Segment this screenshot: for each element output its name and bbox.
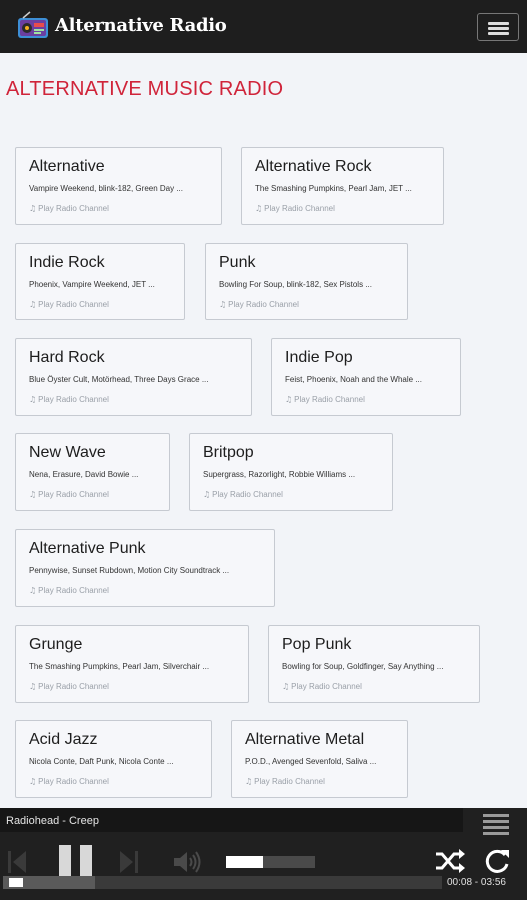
station-card-punk[interactable]: Punk Bowling For Soup, blink-182, Sex Pi… bbox=[205, 243, 408, 320]
play-channel-link[interactable]: ♫ Play Radio Channel bbox=[255, 204, 335, 213]
play-channel-link[interactable]: ♫ Play Radio Channel bbox=[219, 300, 299, 309]
station-card-alternative-rock[interactable]: Alternative Rock The Smashing Pumpkins, … bbox=[241, 147, 444, 225]
play-channel-link[interactable]: ♫ Play Radio Channel bbox=[29, 586, 109, 595]
music-note-icon: ♫ bbox=[285, 395, 293, 404]
music-note-icon: ♫ bbox=[29, 777, 37, 786]
station-artists: The Smashing Pumpkins, Pearl Jam, JET ..… bbox=[255, 184, 412, 193]
station-name: Alternative Punk bbox=[29, 540, 146, 557]
station-card-indie-rock[interactable]: Indie Rock Phoenix, Vampire Weekend, JET… bbox=[15, 243, 185, 320]
station-artists: Supergrass, Razorlight, Robbie Williams … bbox=[203, 470, 356, 479]
music-note-icon: ♫ bbox=[29, 586, 37, 595]
now-playing-bar: Radiohead - Creep bbox=[0, 808, 463, 832]
station-artists: P.O.D., Avenged Sevenfold, Saliva ... bbox=[245, 757, 377, 766]
station-card-indie-pop[interactable]: Indie Pop Feist, Phoenix, Noah and the W… bbox=[271, 338, 461, 416]
music-note-icon: ♫ bbox=[29, 682, 37, 691]
play-channel-link[interactable]: ♫ Play Radio Channel bbox=[282, 682, 362, 691]
station-name: Punk bbox=[219, 254, 256, 271]
station-card-alternative-metal[interactable]: Alternative Metal P.O.D., Avenged Sevenf… bbox=[231, 720, 408, 798]
station-artists: Vampire Weekend, blink-182, Green Day ..… bbox=[29, 184, 183, 193]
play-channel-link[interactable]: ♫ Play Radio Channel bbox=[203, 490, 283, 499]
volume-icon[interactable] bbox=[172, 850, 202, 874]
station-name: New Wave bbox=[29, 444, 106, 461]
playlist-icon[interactable] bbox=[483, 814, 509, 835]
play-channel-link[interactable]: ♫ Play Radio Channel bbox=[29, 395, 109, 404]
repeat-icon[interactable] bbox=[484, 848, 511, 875]
music-note-icon: ♫ bbox=[255, 204, 263, 213]
play-channel-link[interactable]: ♫ Play Radio Channel bbox=[29, 682, 109, 691]
progress-bar[interactable] bbox=[3, 876, 442, 889]
station-artists: Phoenix, Vampire Weekend, JET ... bbox=[29, 280, 155, 289]
progress-handle[interactable] bbox=[9, 878, 24, 887]
music-note-icon: ♫ bbox=[29, 204, 37, 213]
station-card-acid-jazz[interactable]: Acid Jazz Nicola Conte, Daft Punk, Nicol… bbox=[15, 720, 212, 798]
music-note-icon: ♫ bbox=[282, 682, 290, 691]
radio-logo-icon[interactable] bbox=[17, 11, 49, 43]
station-card-alternative-punk[interactable]: Alternative Punk Pennywise, Sunset Rubdo… bbox=[15, 529, 275, 607]
music-note-icon: ♫ bbox=[219, 300, 227, 309]
station-name: Pop Punk bbox=[282, 636, 352, 653]
play-channel-link[interactable]: ♫ Play Radio Channel bbox=[29, 490, 109, 499]
station-card-pop-punk[interactable]: Pop Punk Bowling for Soup, Goldfinger, S… bbox=[268, 625, 480, 703]
station-artists: Nicola Conte, Daft Punk, Nicola Conte ..… bbox=[29, 757, 174, 766]
station-card-grunge[interactable]: Grunge The Smashing Pumpkins, Pearl Jam,… bbox=[15, 625, 249, 703]
station-card-new-wave[interactable]: New Wave Nena, Erasure, David Bowie ... … bbox=[15, 433, 170, 511]
station-name: Alternative Rock bbox=[255, 158, 372, 175]
play-channel-link[interactable]: ♫ Play Radio Channel bbox=[29, 300, 109, 309]
play-channel-link[interactable]: ♫ Play Radio Channel bbox=[245, 777, 325, 786]
play-channel-link[interactable]: ♫ Play Radio Channel bbox=[29, 777, 109, 786]
play-channel-link[interactable]: ♫ Play Radio Channel bbox=[285, 395, 365, 404]
station-name: Grunge bbox=[29, 636, 83, 653]
volume-slider[interactable] bbox=[226, 856, 315, 868]
music-note-icon: ♫ bbox=[29, 300, 37, 309]
station-artists: Bowling for Soup, Goldfinger, Say Anythi… bbox=[282, 662, 444, 671]
music-note-icon: ♫ bbox=[29, 395, 37, 404]
play-channel-link[interactable]: ♫ Play Radio Channel bbox=[29, 204, 109, 213]
station-name: Indie Rock bbox=[29, 254, 105, 271]
app-header: Alternative Radio bbox=[0, 0, 527, 53]
hamburger-menu-icon[interactable] bbox=[477, 13, 519, 41]
station-artists: Nena, Erasure, David Bowie ... bbox=[29, 470, 139, 479]
station-artists: The Smashing Pumpkins, Pearl Jam, Silver… bbox=[29, 662, 210, 671]
now-playing-title: Radiohead - Creep bbox=[6, 815, 99, 827]
music-note-icon: ♫ bbox=[203, 490, 211, 499]
playback-time: 00:08 - 03:56 bbox=[447, 877, 506, 888]
station-artists: Bowling For Soup, blink-182, Sex Pistols… bbox=[219, 280, 372, 289]
station-name: Alternative Metal bbox=[245, 731, 365, 748]
page-heading: ALTERNATIVE MUSIC RADIO bbox=[6, 78, 284, 100]
station-card-hard-rock[interactable]: Hard Rock Blue Öyster Cult, Motörhead, T… bbox=[15, 338, 252, 416]
music-note-icon: ♫ bbox=[29, 490, 37, 499]
station-artists: Blue Öyster Cult, Motörhead, Three Days … bbox=[29, 375, 209, 384]
station-name: Acid Jazz bbox=[29, 731, 98, 748]
station-name: Britpop bbox=[203, 444, 254, 461]
station-card-alternative[interactable]: Alternative Vampire Weekend, blink-182, … bbox=[15, 147, 222, 225]
station-name: Alternative bbox=[29, 158, 105, 175]
skip-next-icon[interactable] bbox=[118, 850, 140, 874]
station-artists: Feist, Phoenix, Noah and the Whale ... bbox=[285, 375, 422, 384]
shuffle-icon[interactable] bbox=[434, 848, 466, 874]
app-title: Alternative Radio bbox=[55, 15, 227, 36]
skip-previous-icon[interactable] bbox=[6, 850, 28, 874]
station-name: Indie Pop bbox=[285, 349, 353, 366]
station-artists: Pennywise, Sunset Rubdown, Motion City S… bbox=[29, 566, 230, 575]
station-card-britpop[interactable]: Britpop Supergrass, Razorlight, Robbie W… bbox=[189, 433, 393, 511]
volume-level bbox=[226, 856, 264, 868]
station-name: Hard Rock bbox=[29, 349, 105, 366]
music-note-icon: ♫ bbox=[245, 777, 253, 786]
